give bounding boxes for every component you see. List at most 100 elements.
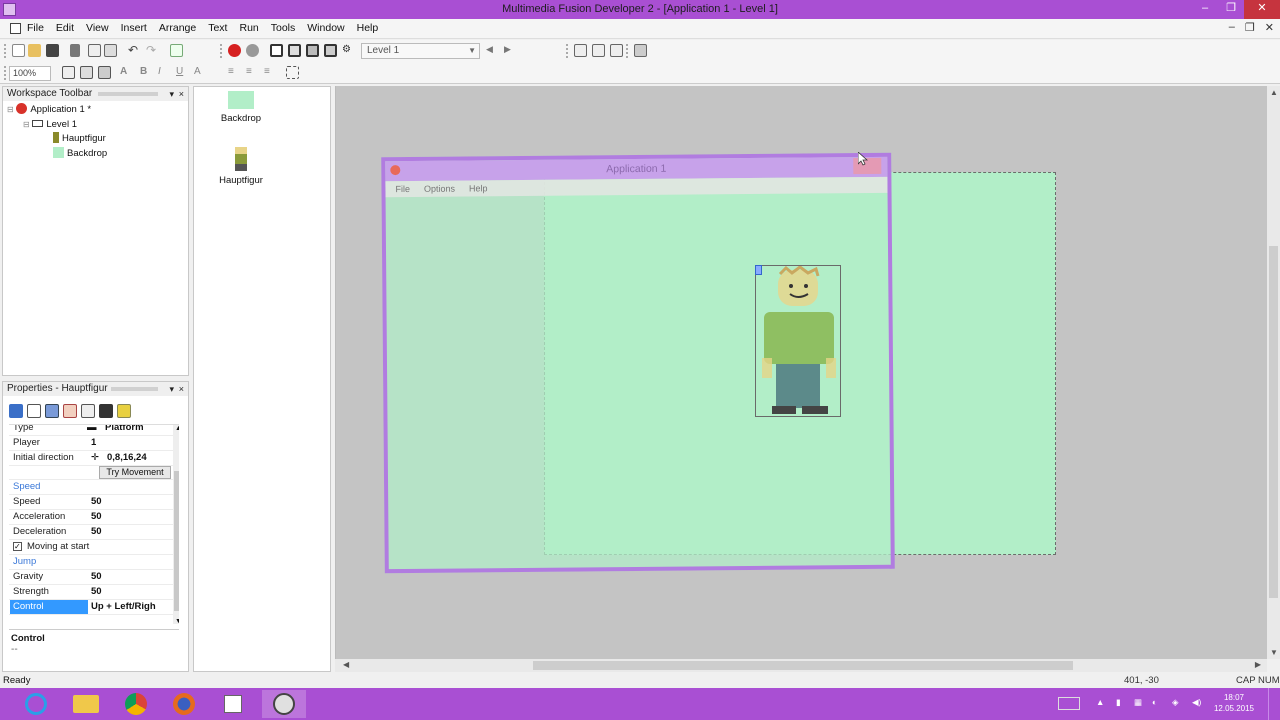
prop-moving-at-start[interactable]: ✓ Moving at start (9, 540, 179, 555)
align-left-icon[interactable]: ≡ (228, 66, 241, 79)
mdi-restore-button[interactable]: ❐ (1245, 21, 1255, 34)
level-select[interactable]: Level 1 ▼ (361, 43, 480, 59)
align-center-icon[interactable]: ≡ (246, 66, 259, 79)
scroll-left-icon[interactable]: ◀ (343, 660, 349, 669)
prop-type[interactable]: Type ▬ Platform (9, 425, 179, 436)
keyboard-icon[interactable] (1058, 697, 1080, 710)
prop-gravity[interactable]: Gravity 50 (9, 570, 179, 585)
tree-item-backdrop[interactable]: Backdrop (3, 146, 188, 162)
menu-insert[interactable]: Insert (121, 22, 147, 34)
hotspot-marker[interactable] (755, 265, 762, 275)
italic-icon[interactable]: I (158, 66, 171, 79)
values-tab-icon[interactable] (81, 404, 95, 418)
text-color-icon[interactable]: A (194, 66, 207, 79)
toolbar-grip[interactable] (4, 66, 6, 80)
speaker-mute-icon[interactable]: ◐ (1152, 697, 1157, 720)
tree-item-level[interactable]: ⊟ Level 1 (3, 118, 188, 133)
prop-player[interactable]: Player 1 (9, 436, 179, 451)
object-backdrop[interactable]: Backdrop (191, 91, 291, 124)
underline-icon[interactable]: U (176, 66, 189, 79)
scrollbar-thumb[interactable] (174, 471, 179, 611)
chrome-icon[interactable] (114, 690, 158, 718)
file-explorer-icon[interactable] (64, 690, 108, 718)
mdi-minimize-button[interactable]: – (1229, 21, 1235, 34)
zoom-in-icon[interactable] (574, 44, 587, 57)
security-shield-icon[interactable]: ◈ (1172, 697, 1179, 720)
paste-icon[interactable] (104, 44, 117, 57)
events-tab-icon[interactable] (99, 404, 113, 418)
prop-control[interactable]: Control Up + Left/Righ (9, 600, 179, 615)
property-scrollbar[interactable]: ▲ ▼ (173, 425, 179, 624)
bold-icon[interactable]: B (140, 66, 153, 79)
grid-icon[interactable] (634, 44, 647, 57)
frame-editor-icon[interactable] (288, 44, 301, 57)
align-right-icon[interactable]: ≡ (264, 66, 277, 79)
font-icon[interactable]: A (120, 66, 133, 79)
pin-icon[interactable]: ▾ (169, 382, 174, 396)
event-editor-icon[interactable] (306, 44, 319, 57)
menu-tools[interactable]: Tools (271, 22, 296, 34)
scrollbar-thumb[interactable] (533, 661, 1073, 670)
panel-grip[interactable] (111, 387, 158, 391)
selection-icon[interactable] (286, 66, 299, 79)
distribute-icon[interactable] (80, 66, 93, 79)
previous-frame-icon[interactable]: ◀ (486, 44, 499, 57)
run-application-icon[interactable] (228, 44, 241, 57)
zoom-out-icon[interactable] (592, 44, 605, 57)
movement-tab-icon[interactable] (45, 404, 59, 418)
vertical-scrollbar[interactable]: ▲ ▼ (1267, 86, 1280, 659)
horizontal-scrollbar[interactable]: ◀ ▶ (335, 659, 1267, 672)
restore-button[interactable]: ❐ (1218, 0, 1244, 19)
toolbar-grip[interactable] (220, 44, 222, 58)
prop-category-jump[interactable]: Jump (9, 555, 179, 570)
storyboard-editor-icon[interactable] (270, 44, 283, 57)
internet-explorer-icon[interactable] (14, 690, 58, 718)
document-icon[interactable] (10, 23, 21, 34)
zoom-select[interactable]: 100% (9, 66, 51, 81)
tray-expand-icon[interactable]: ▲ (1096, 697, 1104, 720)
align-icon[interactable] (62, 66, 75, 79)
menu-view[interactable]: View (86, 22, 109, 34)
scroll-up-icon[interactable]: ▲ (1270, 88, 1278, 97)
show-desktop-button[interactable] (1268, 688, 1280, 720)
close-button[interactable]: ✕ (1244, 0, 1280, 19)
expand-icon[interactable]: ⊟ (7, 105, 14, 114)
display-tab-icon[interactable] (27, 404, 41, 418)
scroll-right-icon[interactable]: ▶ (1255, 660, 1261, 669)
menu-edit[interactable]: Edit (56, 22, 74, 34)
expand-icon[interactable]: ⊟ (23, 120, 30, 129)
hauptfigur-sprite[interactable] (755, 265, 841, 417)
open-icon[interactable] (28, 44, 41, 57)
scroll-down-icon[interactable]: ▼ (175, 618, 179, 624)
cut-icon[interactable] (70, 44, 80, 57)
about-tab-icon[interactable] (117, 404, 131, 418)
menu-text[interactable]: Text (208, 22, 227, 34)
save-icon[interactable] (46, 44, 59, 57)
scroll-down-icon[interactable]: ▼ (1270, 648, 1278, 657)
toolbar-grip[interactable] (566, 44, 568, 58)
volume-icon[interactable]: ◀) (1192, 697, 1201, 720)
panel-grip[interactable] (98, 92, 158, 96)
clock[interactable]: 18:07 12.05.2015 (1210, 692, 1258, 714)
undo-icon[interactable]: ↶ (128, 44, 141, 57)
checkbox-checked-icon[interactable]: ✓ (13, 542, 22, 551)
tree-item-hauptfigur[interactable]: Hauptfigur (3, 132, 188, 147)
copy-icon[interactable] (88, 44, 101, 57)
menu-arrange[interactable]: Arrange (159, 22, 196, 34)
redo-icon[interactable]: ↷ (146, 44, 159, 57)
next-frame-icon[interactable]: ▶ (504, 44, 517, 57)
tree-item-application[interactable]: ⊟ Application 1 * (3, 103, 188, 118)
data-elements-icon[interactable]: ⚙ (342, 44, 355, 57)
prop-acceleration[interactable]: Acceleration 50 (9, 510, 179, 525)
scroll-up-icon[interactable]: ▲ (175, 425, 179, 432)
prop-speed[interactable]: Speed 50 (9, 495, 179, 510)
layer-icon[interactable] (98, 66, 111, 79)
firefox-icon[interactable] (162, 690, 206, 718)
zoom-fit-icon[interactable] (610, 44, 623, 57)
menu-window[interactable]: Window (307, 22, 344, 34)
pin-icon[interactable]: ▾ (169, 87, 174, 101)
prop-category-speed[interactable]: Speed (9, 480, 179, 495)
network-icon[interactable]: ▮ (1116, 697, 1121, 720)
try-movement-button[interactable]: Try Movement (99, 466, 171, 479)
minimize-button[interactable]: – (1192, 0, 1218, 19)
